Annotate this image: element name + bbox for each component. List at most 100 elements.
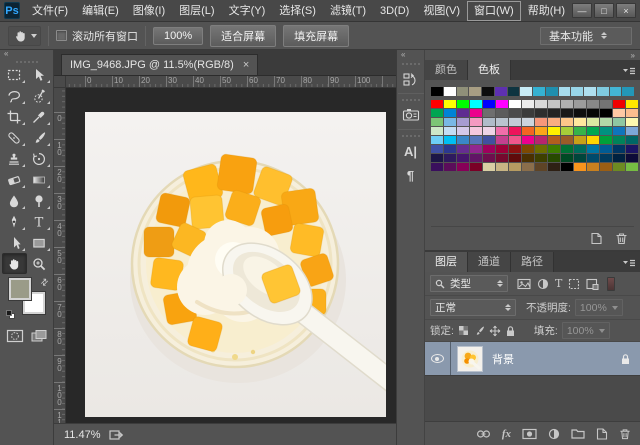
menu-item-layer[interactable]: 图层(L): [172, 1, 221, 21]
color-swatch[interactable]: [574, 127, 586, 135]
clone-stamp-tool[interactable]: [2, 148, 27, 169]
panel-menu-icon[interactable]: [622, 67, 636, 76]
color-swatch[interactable]: [574, 100, 586, 108]
layer-filter-toggle-switch[interactable]: [607, 277, 615, 291]
color-swatch[interactable]: [561, 145, 573, 153]
color-swatch[interactable]: [626, 127, 638, 135]
recent-color-swatch[interactable]: [520, 87, 532, 96]
panel-menu-icon[interactable]: [622, 259, 636, 268]
color-swatch[interactable]: [574, 145, 586, 153]
color-swatch[interactable]: [431, 145, 443, 153]
color-swatch[interactable]: [600, 154, 612, 162]
color-swatch[interactable]: [444, 136, 456, 144]
color-swatch[interactable]: [483, 100, 495, 108]
color-swatch[interactable]: [613, 127, 625, 135]
menu-item-select[interactable]: 选择(S): [272, 1, 323, 21]
color-swatch[interactable]: [574, 163, 586, 171]
color-swatch[interactable]: [509, 100, 521, 108]
zoom-tool[interactable]: [27, 253, 52, 274]
status-info-icon[interactable]: [109, 429, 124, 441]
color-swatch[interactable]: [444, 109, 456, 117]
color-swatch[interactable]: [522, 136, 534, 144]
canvas-image[interactable]: [85, 112, 386, 417]
layer-thumbnail[interactable]: [457, 346, 483, 372]
camera-panel-icon[interactable]: [399, 103, 423, 127]
opacity-select[interactable]: 100%: [575, 299, 623, 316]
rectangle-tool[interactable]: [27, 232, 52, 253]
hand-tool[interactable]: [2, 253, 27, 274]
paragraph-panel-icon[interactable]: ¶: [399, 163, 423, 187]
color-swatch[interactable]: [613, 118, 625, 126]
color-swatch[interactable]: [522, 154, 534, 162]
color-swatch[interactable]: [470, 109, 482, 117]
color-swatch[interactable]: [548, 136, 560, 144]
menu-item-3d[interactable]: 3D(D): [373, 1, 416, 21]
current-tool-preset[interactable]: [8, 26, 41, 46]
color-swatch[interactable]: [444, 163, 456, 171]
color-swatch[interactable]: [431, 163, 443, 171]
color-swatch[interactable]: [444, 145, 456, 153]
ruler-corner[interactable]: [54, 76, 66, 88]
color-swatch[interactable]: [613, 154, 625, 162]
color-swatch[interactable]: [483, 145, 495, 153]
brush-tool[interactable]: [27, 127, 52, 148]
recent-color-swatch[interactable]: [431, 87, 443, 96]
tab-color[interactable]: 颜色: [425, 60, 468, 80]
color-swatch[interactable]: [587, 127, 599, 135]
color-swatch[interactable]: [574, 136, 586, 144]
color-swatch[interactable]: [535, 145, 547, 153]
maximize-button[interactable]: □: [594, 3, 614, 18]
color-swatch[interactable]: [535, 163, 547, 171]
color-swatch[interactable]: [509, 145, 521, 153]
color-swatch[interactable]: [496, 154, 508, 162]
color-swatch[interactable]: [457, 100, 469, 108]
quick-mask-button[interactable]: [6, 329, 24, 343]
layer-row-background[interactable]: 背景: [425, 342, 640, 376]
color-swatch[interactable]: [535, 100, 547, 108]
color-swatch[interactable]: [522, 109, 534, 117]
color-swatch[interactable]: [522, 145, 534, 153]
color-swatch[interactable]: [470, 100, 482, 108]
tab-layers[interactable]: 图层: [425, 252, 468, 272]
color-swatch[interactable]: [587, 163, 599, 171]
delete-swatch-button[interactable]: [615, 232, 628, 245]
color-swatch[interactable]: [431, 127, 443, 135]
color-swatch[interactable]: [470, 136, 482, 144]
screen-mode-button[interactable]: [30, 329, 48, 343]
color-swatch[interactable]: [509, 109, 521, 117]
zoom-level-field[interactable]: 11.47%: [64, 429, 101, 441]
color-swatch[interactable]: [535, 109, 547, 117]
recent-color-swatch[interactable]: [546, 87, 558, 96]
color-swatch[interactable]: [613, 163, 625, 171]
color-swatch[interactable]: [483, 163, 495, 171]
color-swatch[interactable]: [457, 127, 469, 135]
color-swatch[interactable]: [574, 109, 586, 117]
color-swatch[interactable]: [483, 136, 495, 144]
color-swatch[interactable]: [457, 118, 469, 126]
panel-group-grip[interactable]: [402, 63, 420, 65]
color-swatch[interactable]: [496, 109, 508, 117]
color-swatch[interactable]: [509, 163, 521, 171]
layer-visibility-toggle[interactable]: [425, 342, 451, 375]
color-swatch[interactable]: [535, 154, 547, 162]
color-swatch[interactable]: [483, 127, 495, 135]
color-swatch[interactable]: [457, 154, 469, 162]
recent-color-swatch[interactable]: [533, 87, 545, 96]
color-swatch[interactable]: [444, 127, 456, 135]
layer-style-button[interactable]: fx: [502, 428, 511, 440]
recent-color-swatch[interactable]: [622, 87, 634, 96]
color-swatch[interactable]: [626, 109, 638, 117]
color-swatch[interactable]: [483, 109, 495, 117]
recent-color-swatch[interactable]: [469, 87, 481, 96]
default-colors-icon[interactable]: [6, 310, 15, 319]
color-swatch[interactable]: [548, 145, 560, 153]
blur-tool[interactable]: [2, 190, 27, 211]
color-swatch[interactable]: [561, 109, 573, 117]
pen-tool[interactable]: [2, 211, 27, 232]
color-swatch[interactable]: [561, 163, 573, 171]
color-swatch[interactable]: [587, 109, 599, 117]
color-swatch[interactable]: [548, 109, 560, 117]
filter-shape-layers-icon[interactable]: [568, 278, 580, 290]
color-swatch[interactable]: [561, 136, 573, 144]
color-swatch[interactable]: [470, 118, 482, 126]
